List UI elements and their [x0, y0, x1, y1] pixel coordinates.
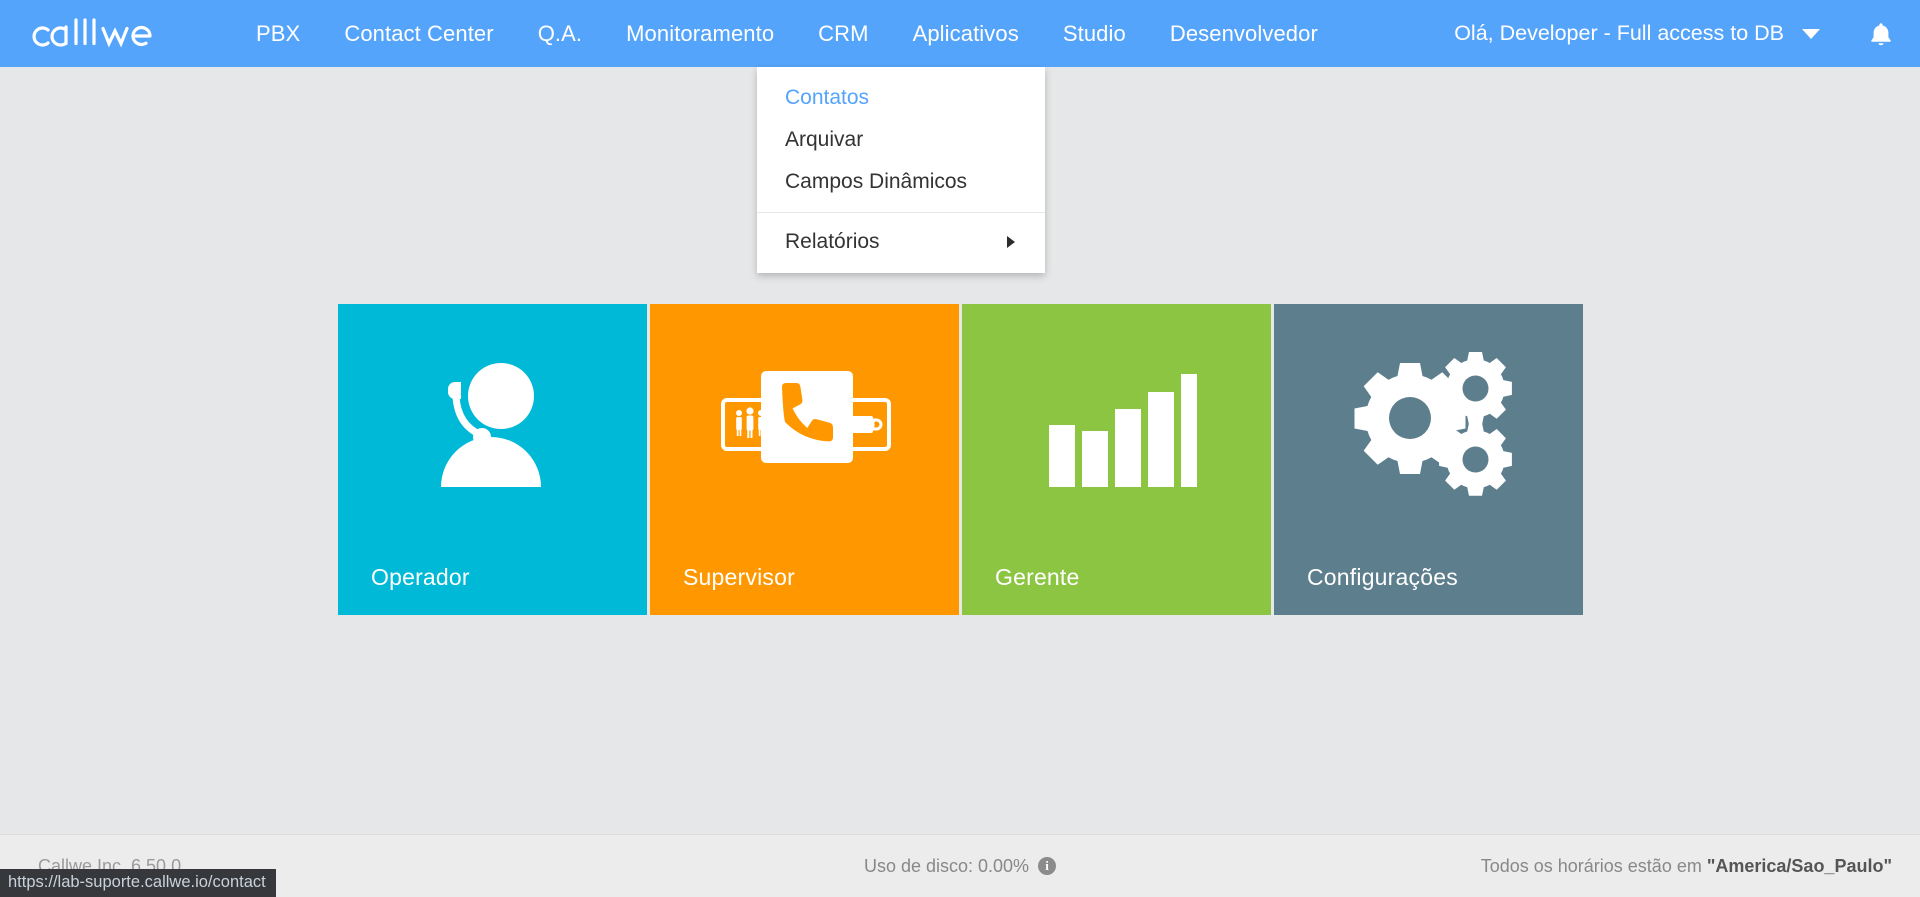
nav-item-contact-center[interactable]: Contact Center: [322, 0, 515, 67]
tile-operador[interactable]: Operador: [338, 304, 647, 615]
tile-operador-icon-wrap: [338, 332, 647, 522]
nav-item-pbx[interactable]: PBX: [234, 0, 322, 67]
bar-chart-icon: [1048, 374, 1197, 487]
user-menu[interactable]: Olá, Developer - Full access to DB: [1454, 21, 1820, 46]
menu-item-relatorios[interactable]: Relatórios: [757, 221, 1045, 263]
menu-item-relatorios-label: Relatórios: [785, 230, 880, 253]
menu-divider: [757, 212, 1045, 213]
tile-supervisor-label: Supervisor: [683, 564, 795, 590]
nav-item-studio[interactable]: Studio: [1041, 0, 1148, 67]
nav-item-qa[interactable]: Q.A.: [516, 0, 604, 67]
chevron-right-icon: [1007, 236, 1015, 248]
user-menu-label: Olá, Developer - Full access to DB: [1454, 21, 1784, 45]
info-icon[interactable]: i: [1038, 857, 1057, 875]
callwe-wordmark-logo-icon: [32, 17, 152, 47]
tile-supervisor-icon-wrap: [650, 332, 959, 522]
tile-configuracoes[interactable]: Configurações: [1274, 304, 1583, 615]
headset-agent-icon: [440, 363, 541, 487]
phone-queue-icon: [720, 371, 891, 463]
nav-item-desenvolvedor[interactable]: Desenvolvedor: [1148, 0, 1340, 67]
callwe-logo[interactable]: [28, 11, 160, 57]
notifications-button[interactable]: [1868, 20, 1894, 48]
top-navigation-bar: PBX Contact Center Q.A. Monitoramento CR…: [0, 0, 1920, 67]
main-menu: PBX Contact Center Q.A. Monitoramento CR…: [234, 0, 1340, 67]
footer-timezone: Todos os horários estão em "America/Sao_…: [1481, 856, 1892, 877]
status-bar-url: https://lab-suporte.callwe.io/contact: [0, 869, 276, 897]
tile-operador-label: Operador: [371, 564, 470, 590]
menu-item-contatos[interactable]: Contatos: [757, 77, 1045, 119]
footer-timezone-value: "America/Sao_Paulo": [1706, 855, 1892, 876]
tile-configuracoes-label: Configurações: [1307, 564, 1458, 590]
footer-timezone-prefix: Todos os horários estão em: [1480, 855, 1707, 876]
tile-gerente[interactable]: Gerente: [962, 304, 1271, 615]
page-footer: Callwe Inc. 6.50.0 Uso de disco: 0.00% i…: [0, 834, 1920, 897]
tile-supervisor[interactable]: Supervisor: [650, 304, 959, 615]
crm-dropdown-menu: Contatos Arquivar Campos Dinâmicos Relat…: [757, 67, 1045, 273]
bell-icon: [1871, 22, 1891, 45]
tile-gerente-label: Gerente: [995, 564, 1080, 590]
footer-disk-usage-label: Uso de disco: 0.00%: [863, 855, 1030, 876]
nav-item-crm[interactable]: CRM: [796, 0, 891, 67]
nav-right-group: Olá, Developer - Full access to DB: [1454, 0, 1920, 67]
gears-icon: [1354, 351, 1512, 496]
menu-item-campos-dinamicos[interactable]: Campos Dinâmicos: [757, 161, 1045, 203]
nav-item-monitoramento[interactable]: Monitoramento: [604, 0, 796, 67]
menu-item-arquivar[interactable]: Arquivar: [757, 119, 1045, 161]
nav-item-aplicativos[interactable]: Aplicativos: [891, 0, 1041, 67]
tile-gerente-icon-wrap: [962, 332, 1271, 522]
dashboard-tiles: Operador Supervisor Gerente Configuraçõe…: [338, 304, 1583, 615]
chevron-down-icon: [1802, 28, 1820, 39]
tile-configuracoes-icon-wrap: [1274, 332, 1583, 522]
